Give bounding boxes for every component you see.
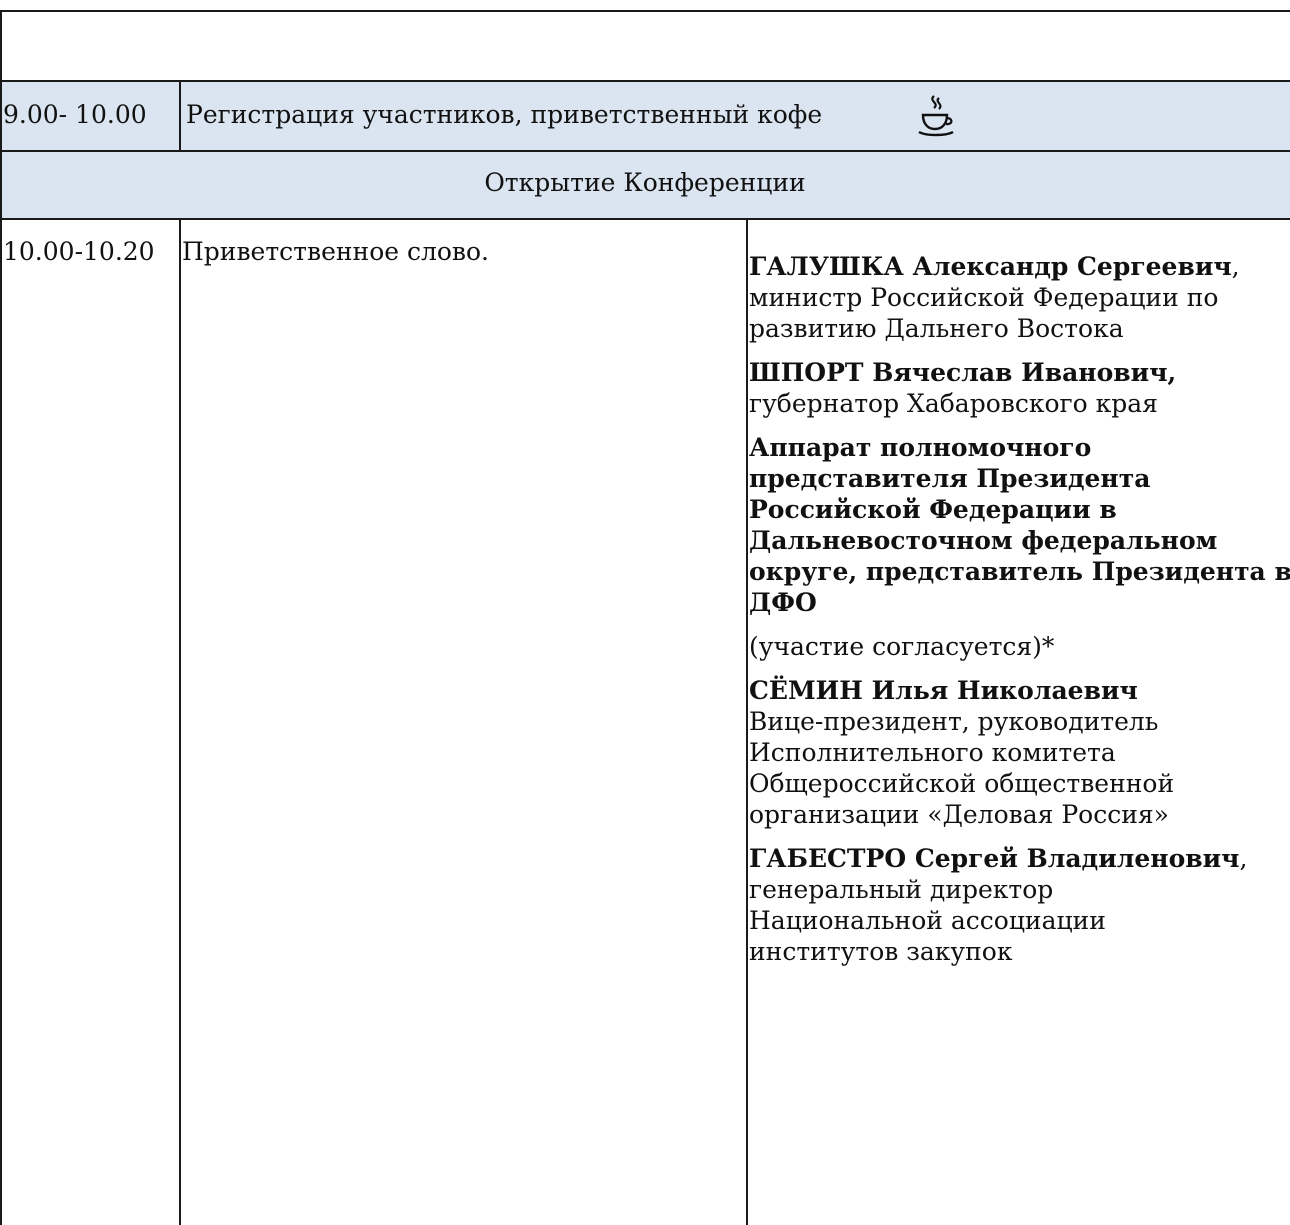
speaker-role: министр Российской Федерации по развитию… — [749, 283, 1219, 343]
speaker-shport: ШПОРТ Вячеслав Иванович, губернатор Хаба… — [749, 357, 1290, 419]
speaker-name: ГАЛУШКА Александр Сергеевич — [749, 252, 1232, 281]
coffee-cup-icon — [918, 95, 954, 137]
participation-note-text: (участие согласуется)* — [749, 632, 1055, 661]
speaker-name: Аппарат полномочного представителя Прези… — [749, 433, 1290, 617]
speaker-role: губернатор Хабаровского края — [749, 389, 1158, 418]
speaker-separator: , — [1231, 252, 1240, 281]
border-top — [0, 10, 1290, 12]
border-row1 — [0, 80, 1290, 82]
speaker-apparatus: Аппарат полномочного представителя Прези… — [749, 432, 1290, 618]
speaker-name: ШПОРТ Вячеслав Иванович, — [749, 358, 1177, 387]
border-speakers-column — [746, 219, 748, 1225]
speaker-separator: , — [1239, 844, 1248, 873]
border-time-column-lower — [179, 219, 181, 1225]
speaker-role: генеральный директор Национальной ассоци… — [749, 875, 1106, 966]
speaker-galushka: ГАЛУШКА Александр Сергеевич, министр Рос… — [749, 251, 1290, 344]
welcome-title: Приветственное слово. — [182, 237, 489, 266]
opening-title: Открытие Конференции — [484, 168, 806, 197]
speaker-role: Вице-президент, руководитель Исполнитель… — [749, 707, 1175, 829]
registration-title: Регистрация участников, приветственный к… — [186, 100, 823, 129]
border-time-column — [179, 81, 181, 151]
registration-time: 9.00- 10.00 — [3, 100, 147, 129]
speaker-name: СЁМИН Илья Николаевич — [749, 676, 1138, 705]
speaker-name: ГАБЕСТРО Сергей Владиленович — [749, 844, 1240, 873]
border-row3 — [0, 218, 1290, 220]
speaker-gabestro: ГАБЕСТРО Сергей Владиленович, генеральны… — [749, 843, 1290, 967]
speaker-list: ГАЛУШКА Александр Сергеевич, министр Рос… — [749, 251, 1290, 980]
border-row2 — [0, 150, 1290, 152]
welcome-time: 10.00-10.20 — [3, 237, 155, 266]
participation-note: (участие согласуется)* — [749, 631, 1290, 662]
speaker-semin: СЁМИН Илья Николаевич Вице-президент, ру… — [749, 675, 1290, 830]
program-table: 9.00- 10.00 Регистрация участников, прив… — [0, 0, 1290, 1225]
